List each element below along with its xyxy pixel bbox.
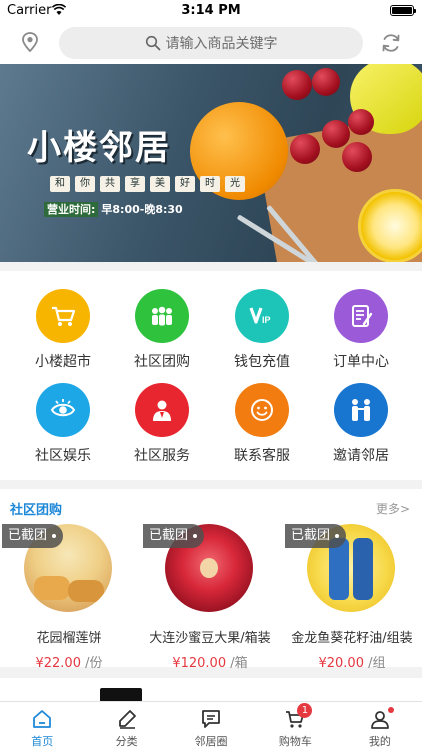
tab-profile[interactable]: 我的	[338, 702, 422, 750]
promo-banner[interactable]: 小楼邻居 和 你 共 享 美 好 时 光 营业时间: 早8:00-晚8:30	[0, 64, 422, 262]
cart-count-badge: 1	[297, 703, 313, 718]
tab-label: 邻居圈	[194, 735, 228, 748]
menu-item-label: 社区团购	[134, 354, 190, 370]
product-name: 花园榴莲饼	[36, 631, 102, 646]
lemon-image	[358, 189, 422, 262]
location-icon[interactable]	[20, 31, 40, 53]
slogan-char: 享	[125, 176, 145, 192]
menu-item-label: 社区服务	[134, 448, 190, 464]
function-grid: 小楼超市 社区团购 IP 钱包充值 订单中心 社区娱乐 社区服务 联系客服 邀请…	[0, 271, 422, 480]
peek-graphic	[100, 688, 142, 702]
menu-item-label: 邀请邻居	[333, 448, 389, 464]
menu-item-community-service[interactable]: 社区服务	[112, 383, 212, 465]
search-icon	[145, 35, 160, 51]
menu-item-group-buy[interactable]: 社区团购	[112, 289, 212, 371]
battery-icon	[390, 5, 416, 16]
order-icon	[334, 289, 388, 343]
product-price: ¥20.00 /组	[283, 652, 421, 671]
category-icon	[118, 710, 136, 729]
tab-label: 购物车	[278, 735, 312, 748]
cherry-image	[312, 68, 340, 96]
slogan-char: 时	[200, 176, 220, 192]
hours-label: 营业时间:	[44, 202, 99, 217]
menu-item-label: 钱包充值	[234, 354, 290, 370]
menu-item-label: 联系客服	[234, 448, 290, 464]
cart-icon	[36, 289, 90, 343]
clock: 3:14 PM	[181, 3, 241, 18]
cherry-image	[282, 70, 312, 100]
slogan-char: 好	[175, 176, 195, 192]
menu-item-invite-neighbor[interactable]: 邀请邻居	[311, 383, 411, 465]
tab-label: 我的	[368, 735, 391, 748]
group-buy-section: 社区团购 更多> 已截团 花园榴莲饼 ¥22.00 /份 已截团 大连沙蜜豆大果…	[0, 489, 422, 671]
product-name: 大连沙蜜豆大果/箱装	[149, 631, 271, 646]
eye-icon	[36, 383, 90, 437]
menu-item-entertainment[interactable]: 社区娱乐	[13, 383, 113, 465]
more-link[interactable]: 更多>	[376, 500, 410, 517]
price-value: ¥22.00	[35, 656, 81, 671]
price-value: ¥120.00	[172, 656, 227, 671]
product-price: ¥22.00 /份	[0, 652, 138, 671]
tab-neighbor-circle[interactable]: 邻居圈	[169, 702, 253, 750]
refresh-icon[interactable]	[379, 31, 403, 55]
bottle-shape	[353, 538, 373, 600]
menu-item-order-center[interactable]: 订单中心	[311, 289, 411, 371]
service-icon	[135, 383, 189, 437]
closed-badge: 已截团	[285, 524, 347, 548]
invite-icon	[334, 383, 388, 437]
banner-slogan: 和 你 共 享 美 好 时 光	[50, 176, 245, 192]
menu-item-label: 订单中心	[333, 354, 389, 370]
closed-badge: 已截团	[2, 524, 64, 548]
slogan-char: 你	[75, 176, 95, 192]
price-unit: /箱	[230, 656, 248, 671]
business-hours: 营业时间: 早8:00-晚8:30	[44, 201, 183, 217]
tab-label: 分类	[115, 735, 138, 748]
price-value: ¥20.00	[318, 656, 364, 671]
menu-item-customer-service[interactable]: 联系客服	[212, 383, 312, 465]
slogan-char: 光	[225, 176, 245, 192]
menu-item-label: 社区娱乐	[35, 448, 91, 464]
cherry-image	[342, 142, 372, 172]
cherry-image	[290, 134, 320, 164]
top-bar: 请输入商品关键字	[0, 22, 422, 64]
slogan-char: 美	[150, 176, 170, 192]
smile-icon	[235, 383, 289, 437]
chat-icon	[202, 710, 220, 728]
vip-icon: IP	[235, 289, 289, 343]
cherry-image	[348, 109, 374, 135]
pit-shape	[200, 558, 218, 578]
slogan-char: 和	[50, 176, 70, 192]
slogan-char: 共	[100, 176, 120, 192]
tab-bar: 首页 分类 邻居圈 1 购物车 我的	[0, 701, 422, 750]
group-icon	[135, 289, 189, 343]
tab-label: 首页	[31, 735, 54, 748]
product-name: 金龙鱼葵花籽油/组装	[291, 631, 413, 646]
closed-badge: 已截团	[143, 524, 205, 548]
menu-item-wallet-topup[interactable]: IP 钱包充值	[212, 289, 312, 371]
pastry-shape	[68, 580, 104, 602]
home-icon	[33, 710, 52, 728]
notification-dot	[387, 707, 394, 713]
search-placeholder: 请输入商品关键字	[165, 36, 278, 52]
banner-title: 小楼邻居	[27, 128, 171, 168]
menu-item-supermarket[interactable]: 小楼超市	[13, 289, 113, 371]
svg-text:IP: IP	[262, 315, 271, 325]
hours-value: 早8:00-晚8:30	[101, 203, 183, 216]
cherry-image	[322, 120, 350, 148]
status-bar: Carrier 3:14 PM	[0, 0, 422, 22]
tab-home[interactable]: 首页	[0, 702, 84, 750]
menu-item-label: 小楼超市	[35, 354, 91, 370]
price-unit: /份	[85, 656, 103, 671]
tab-category[interactable]: 分类	[84, 702, 168, 750]
section-title: 社区团购	[10, 503, 63, 518]
product-price: ¥120.00 /箱	[141, 652, 279, 671]
search-input[interactable]: 请输入商品关键字	[59, 27, 363, 59]
pastry-shape	[34, 576, 70, 600]
tab-cart[interactable]: 1 购物车	[253, 702, 337, 750]
price-unit: /组	[368, 656, 386, 671]
